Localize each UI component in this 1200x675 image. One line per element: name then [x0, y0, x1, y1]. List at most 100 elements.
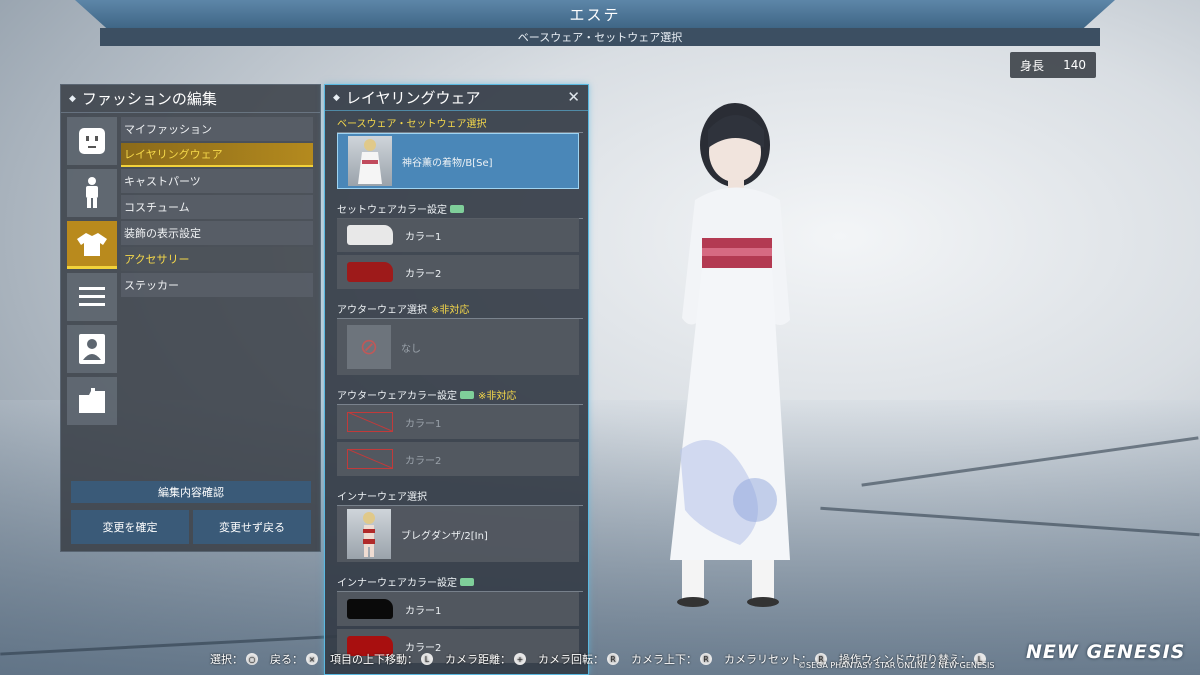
- set-color-section-text: セットウェアカラー設定: [337, 205, 447, 216]
- face-icon: [79, 128, 105, 154]
- fashion-category-tab[interactable]: [67, 221, 117, 269]
- hint-move-label: 項目の上下移動：: [330, 653, 418, 666]
- outer-wear-item[interactable]: ⊘ なし: [337, 319, 579, 375]
- outer-color-2-row[interactable]: カラー2: [337, 442, 579, 476]
- empty-color-swatch: [347, 412, 393, 432]
- menu-item-my-fashion[interactable]: マイファッション: [121, 117, 313, 141]
- review-edits-button[interactable]: 編集内容確認: [71, 481, 311, 503]
- inner-color-section-label: インナーウェアカラー設定: [337, 574, 583, 592]
- color-swatch: [347, 599, 393, 619]
- outer-color-1-label: カラー1: [405, 418, 442, 430]
- menu-item-layering-wear[interactable]: レイヤリングウェア: [121, 143, 313, 167]
- copyright-text: ©SEGA PHANTASY STAR ONLINE 2 NEW GENESIS: [798, 661, 995, 670]
- folder-icon: [79, 388, 105, 413]
- inner-wear-item[interactable]: ブレグダンザ/2[In]: [337, 506, 579, 562]
- fashion-menu-list: マイファッション レイヤリングウェア キャストパーツ コスチューム 装飾の表示設…: [121, 117, 313, 299]
- empty-color-swatch: [347, 449, 393, 469]
- ls-icon: L: [421, 653, 433, 665]
- screen-title-bar: エステ: [75, 0, 1115, 28]
- diamond-icon: ◆: [333, 92, 340, 103]
- hint-back-label: 戻る：: [270, 653, 303, 666]
- inner-color-1-row[interactable]: カラー1: [337, 592, 579, 626]
- inner-color-1-label: カラー1: [405, 605, 442, 617]
- hint-camera-distance-label: カメラ距離：: [445, 653, 511, 666]
- menu-item-decoration-display[interactable]: 装飾の表示設定: [121, 221, 313, 245]
- settings-category-tab[interactable]: [67, 273, 117, 321]
- menu-icon: [79, 287, 105, 306]
- floor-line: [861, 436, 1199, 487]
- hint-camera-rotate-label: カメラ回転：: [538, 653, 604, 666]
- kimono-figure-icon: [358, 139, 382, 184]
- menu-item-accessory[interactable]: アクセサリー: [121, 247, 313, 271]
- discard-changes-button[interactable]: 変更せず戻る: [193, 510, 311, 544]
- inner-wear-section-text: インナーウェア選択: [337, 492, 427, 503]
- base-wear-section-text: ベースウェア・セットウェア選択: [337, 119, 487, 130]
- hint-move: 項目の上下移動： L: [330, 651, 433, 667]
- unsupported-note: ※非対応: [478, 391, 517, 402]
- diamond-icon: ◆: [69, 93, 76, 104]
- close-icon[interactable]: ✕: [567, 88, 580, 106]
- rs-icon: R: [607, 653, 619, 665]
- menu-item-costume[interactable]: コスチューム: [121, 195, 313, 219]
- base-wear-item[interactable]: 神谷薫の着物/B[Se]: [337, 133, 579, 189]
- innerwear-figure-icon: [363, 512, 375, 557]
- prohibited-icon: ⊘: [347, 325, 391, 369]
- set-color-1-label: カラー1: [405, 231, 442, 243]
- screen-title: エステ: [569, 5, 621, 24]
- screen-subtitle-bar: ベースウェア・セットウェア選択: [100, 28, 1100, 46]
- outer-wear-name: なし: [401, 343, 421, 355]
- hint-camera-updown: カメラ上下： R: [631, 651, 712, 667]
- cross-button-icon: ×: [306, 653, 318, 665]
- game-logo: NEW GENESIS: [1026, 641, 1186, 663]
- innerwear-thumbnail: [347, 509, 391, 559]
- circle-button-icon: ○: [246, 653, 258, 665]
- hint-back: 戻る： ×: [270, 651, 318, 667]
- set-color-section-label: セットウェアカラー設定: [337, 201, 583, 219]
- apply-changes-button[interactable]: 変更を確定: [71, 510, 189, 544]
- category-icon-column: [67, 117, 119, 429]
- face-category-tab[interactable]: [67, 117, 117, 165]
- outer-wear-section-text: アウターウェア選択: [337, 305, 427, 316]
- menu-item-cast-parts[interactable]: キャストパーツ: [121, 169, 313, 193]
- fashion-edit-title: ファッションの編集: [81, 90, 217, 108]
- profile-category-tab[interactable]: [67, 325, 117, 373]
- menu-item-sticker[interactable]: ステッカー: [121, 273, 313, 297]
- r3-icon: R: [700, 653, 712, 665]
- dpad-icon: +: [514, 653, 526, 665]
- storage-category-tab[interactable]: [67, 377, 117, 425]
- color-swatch: [347, 262, 393, 282]
- base-wear-name: 神谷薫の着物/B[Se]: [402, 157, 493, 169]
- color-tag-icon: [460, 390, 474, 399]
- body-category-tab[interactable]: [67, 169, 117, 217]
- set-color-2-label: カラー2: [405, 268, 442, 280]
- hint-camera-rotate: カメラ回転： R: [538, 651, 619, 667]
- color-tag-icon: [450, 204, 464, 213]
- color-tag-icon: [460, 577, 474, 586]
- base-wear-section-label: ベースウェア・セットウェア選択: [337, 115, 583, 133]
- inner-wear-section-label: インナーウェア選択: [337, 488, 583, 506]
- action-button-row: 変更を確定 変更せず戻る: [71, 510, 311, 544]
- hint-select-label: 選択：: [210, 653, 243, 666]
- height-label: 身長: [1020, 58, 1045, 73]
- floor-line: [820, 506, 1200, 537]
- fashion-edit-panel: ◆ ファッションの編集 マイファッション レイヤリングウェア キャストパーツ コ…: [60, 84, 321, 552]
- inner-color-section-text: インナーウェアカラー設定: [337, 578, 457, 589]
- set-color-1-row[interactable]: カラー1: [337, 218, 579, 252]
- set-color-2-row[interactable]: カラー2: [337, 255, 579, 289]
- fashion-edit-header: ◆ ファッションの編集: [61, 85, 320, 113]
- outer-color-section-label: アウターウェアカラー設定 ※非対応: [337, 387, 583, 405]
- body-icon: [86, 177, 98, 208]
- hint-select: 選択： ○: [210, 651, 258, 667]
- color-swatch: [347, 225, 393, 245]
- kimono-thumbnail: [348, 136, 392, 186]
- height-value: 140: [1063, 58, 1086, 72]
- hint-camera-distance: カメラ距離： +: [445, 651, 526, 667]
- layering-wear-title: レイヤリングウェア: [345, 89, 481, 107]
- outer-color-1-row[interactable]: カラー1: [337, 405, 579, 439]
- hint-camera-updown-label: カメラ上下：: [631, 653, 697, 666]
- character-model: [670, 103, 790, 607]
- height-display: 身長 140: [1010, 52, 1096, 78]
- outer-wear-section-label: アウターウェア選択 ※非対応: [337, 301, 583, 319]
- outer-color-2-label: カラー2: [405, 455, 442, 467]
- outer-color-section-text: アウターウェアカラー設定: [337, 391, 457, 402]
